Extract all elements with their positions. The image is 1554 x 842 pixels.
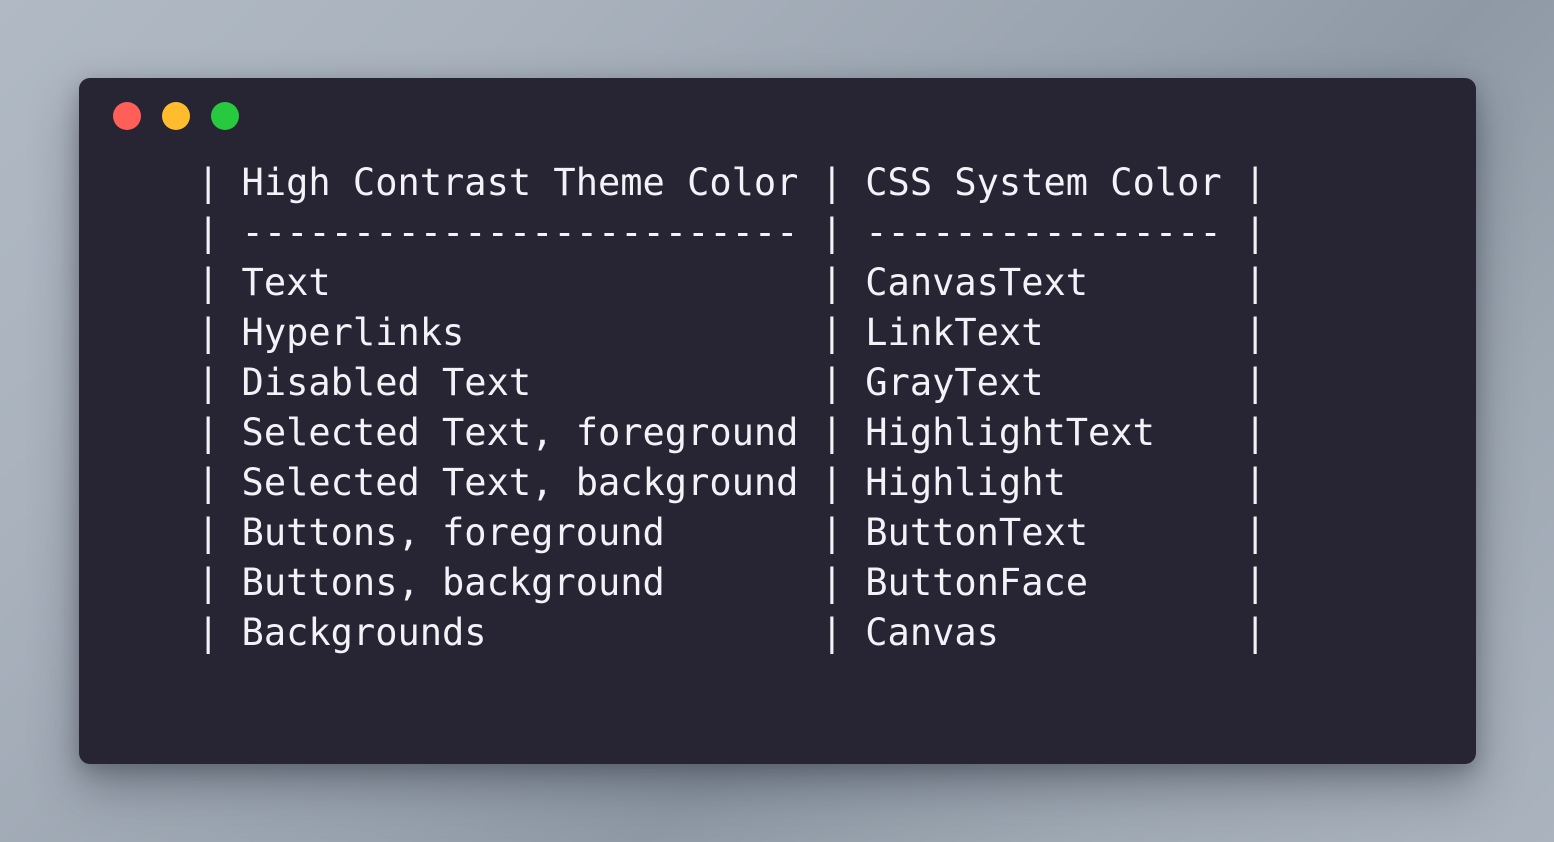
table-row: | Selected Text, foreground | HighlightT… [197,411,1267,454]
table-row: | Backgrounds | Canvas | [197,611,1267,654]
table-row: | Text | CanvasText | [197,261,1267,304]
table-separator-row: | ------------------------- | ----------… [197,211,1267,254]
table-row: | Buttons, background | ButtonFace | [197,561,1267,604]
table-row: | Buttons, foreground | ButtonText | [197,511,1267,554]
table-row: | Hyperlinks | LinkText | [197,311,1267,354]
close-window-button[interactable] [113,102,141,130]
terminal-window[interactable]: | High Contrast Theme Color | CSS System… [79,78,1476,764]
console-output: | High Contrast Theme Color | CSS System… [197,158,1476,658]
window-controls [113,102,239,130]
terminal-body[interactable]: | High Contrast Theme Color | CSS System… [79,134,1476,764]
table-header-row: | High Contrast Theme Color | CSS System… [197,161,1267,204]
table-row: | Selected Text, background | Highlight … [197,461,1267,504]
desktop-background: | High Contrast Theme Color | CSS System… [0,0,1554,842]
terminal-titlebar[interactable] [79,78,1476,134]
minimize-window-button[interactable] [162,102,190,130]
table-row: | Disabled Text | GrayText | [197,361,1267,404]
maximize-window-button[interactable] [211,102,239,130]
